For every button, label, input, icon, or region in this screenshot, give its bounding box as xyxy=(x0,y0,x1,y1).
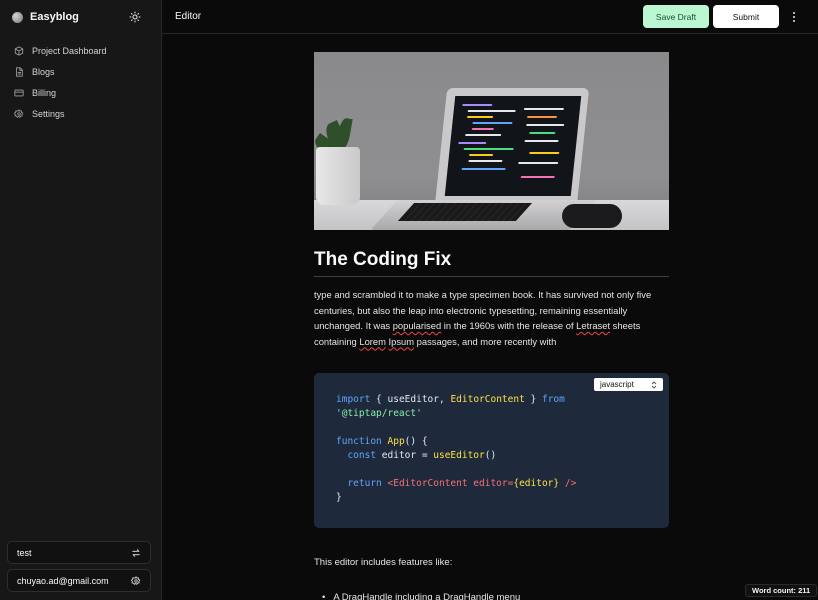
sidebar: Easyblog Project Dashboard Blogs Billing… xyxy=(0,0,162,600)
misspelled-word: popularised xyxy=(392,320,442,331)
editor-app: Easyblog Project Dashboard Blogs Billing… xyxy=(0,0,818,600)
misspelled-word: Ipsum xyxy=(388,335,415,347)
vertical-dots-icon xyxy=(793,12,795,14)
headphones xyxy=(562,204,622,228)
code-block[interactable]: javascript import { useEditor, EditorCon… xyxy=(314,373,669,528)
cover-image[interactable] xyxy=(314,52,669,230)
word-count-badge: Word count: 211 xyxy=(745,584,818,597)
post-title[interactable]: The Coding Fix xyxy=(314,249,669,277)
logo-icon xyxy=(12,11,23,23)
plant-pot xyxy=(316,147,360,205)
gear-icon xyxy=(14,108,24,118)
save-draft-button[interactable]: Save Draft xyxy=(643,5,709,28)
project-switcher[interactable]: test xyxy=(7,541,151,564)
sidebar-nav: Project Dashboard Blogs Billing Settings xyxy=(8,40,154,124)
document-icon xyxy=(16,66,23,77)
sidebar-item-label: Project Dashboard xyxy=(32,45,107,56)
list-item[interactable]: • A DragHandle including a DragHandle me… xyxy=(322,592,520,600)
code-text[interactable]: import { useEditor, EditorContent } from… xyxy=(336,393,576,505)
user-account[interactable]: chuyao.ad@gmail.com xyxy=(7,569,151,592)
submit-button[interactable]: Submit xyxy=(713,5,779,28)
body-paragraph[interactable]: type and scrambled it to make a type spe… xyxy=(314,287,669,349)
credit-card-icon xyxy=(14,89,24,96)
language-value: javascript xyxy=(600,380,634,389)
sidebar-item-project-dashboard[interactable]: Project Dashboard xyxy=(8,40,154,61)
sidebar-item-billing[interactable]: Billing xyxy=(8,82,154,103)
page-title: Editor xyxy=(175,11,202,22)
sidebar-item-blogs[interactable]: Blogs xyxy=(8,61,154,82)
chevron-up-down-icon xyxy=(651,380,657,389)
box-icon xyxy=(14,45,24,56)
editor-content[interactable]: The Coding Fix type and scrambled it to … xyxy=(314,52,669,600)
gear-icon[interactable] xyxy=(131,575,141,586)
sidebar-item-label: Settings xyxy=(32,108,65,119)
language-select[interactable]: javascript xyxy=(594,378,663,391)
laptop-screen xyxy=(444,96,582,196)
brand-name: Easyblog xyxy=(30,11,79,23)
switch-arrows-icon xyxy=(132,548,140,557)
list-item-text: A DragHandle including a DragHandle menu xyxy=(333,592,521,600)
project-name: test xyxy=(17,547,32,558)
theme-toggle-button[interactable] xyxy=(128,10,142,24)
topbar: Editor Save Draft Submit xyxy=(162,0,818,34)
user-email: chuyao.ad@gmail.com xyxy=(17,575,109,586)
more-options-button[interactable] xyxy=(787,9,801,25)
sidebar-item-label: Blogs xyxy=(32,66,55,77)
misspelled-word: Lorem xyxy=(359,335,386,347)
sidebar-item-settings[interactable]: Settings xyxy=(8,103,154,124)
brand[interactable]: Easyblog xyxy=(12,9,79,25)
features-intro[interactable]: This editor includes features like: xyxy=(314,557,452,568)
misspelled-word: Letraset xyxy=(576,320,611,331)
bullet-icon: • xyxy=(322,592,326,600)
sun-icon xyxy=(129,11,141,23)
sidebar-item-label: Billing xyxy=(32,87,57,98)
